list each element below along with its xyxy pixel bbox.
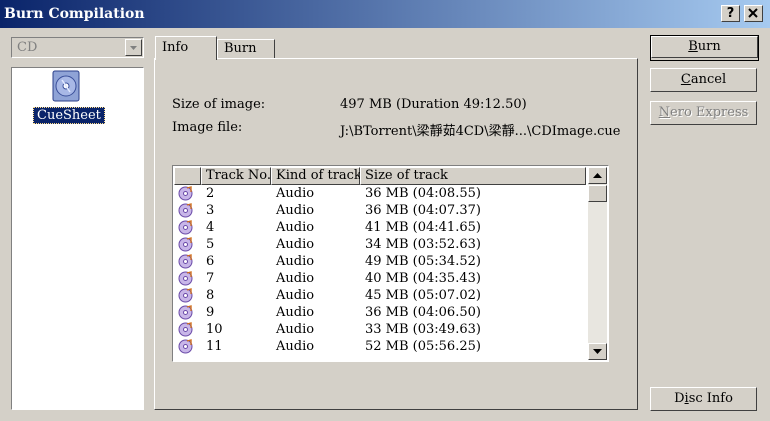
- table-row[interactable]: 4 Audio 41 MB (04:41.65): [174, 219, 586, 236]
- window-title: Burn Compilation: [4, 6, 145, 22]
- table-row[interactable]: 11 Audio 52 MB (05:56.25): [174, 338, 586, 355]
- nero-express-mnemonic: N: [658, 105, 671, 120]
- track-kind: Audio: [276, 220, 315, 235]
- nero-express-label: ero Express: [670, 105, 749, 120]
- arrow-down-icon: [593, 349, 602, 354]
- track-size: 52 MB (05:56.25): [365, 339, 481, 354]
- track-number: 6: [206, 254, 215, 269]
- track-number: 10: [206, 322, 223, 337]
- audio-track-icon: [178, 271, 193, 286]
- track-size: 36 MB (04:07.37): [365, 203, 481, 218]
- track-kind: Audio: [276, 271, 315, 286]
- close-button[interactable]: [744, 5, 763, 22]
- track-size: 34 MB (03:52.63): [365, 237, 481, 252]
- table-row[interactable]: 7 Audio 40 MB (04:35.43): [174, 270, 586, 287]
- track-kind: Audio: [276, 305, 315, 320]
- help-button[interactable]: ?: [721, 5, 740, 22]
- track-number: 7: [206, 271, 215, 286]
- track-kind: Audio: [276, 203, 315, 218]
- column-header-size[interactable]: Size of track: [360, 167, 586, 185]
- track-kind: Audio: [276, 339, 315, 354]
- track-number: 2: [206, 186, 215, 201]
- tab-info[interactable]: Info: [155, 36, 217, 60]
- disc-info-label-a: D: [674, 391, 685, 406]
- track-size: 36 MB (04:08.55): [365, 186, 481, 201]
- compilation-type-select[interactable]: CD: [11, 37, 144, 58]
- audio-track-icon: [178, 220, 193, 235]
- nero-express-button[interactable]: Nero Express: [650, 101, 757, 125]
- audio-track-icon: [178, 305, 193, 320]
- track-kind: Audio: [276, 322, 315, 337]
- size-of-image-value: 497 MB (Duration 49:12.50): [340, 97, 527, 112]
- title-bar[interactable]: Burn Compilation ?: [0, 0, 770, 28]
- tab-burn[interactable]: Burn: [217, 39, 275, 59]
- audio-track-icon: [178, 288, 193, 303]
- audio-track-icon: [178, 322, 193, 337]
- cuesheet-item-label[interactable]: CueSheet: [33, 107, 105, 124]
- cancel-button[interactable]: Cancel: [650, 68, 757, 92]
- track-kind: Audio: [276, 288, 315, 303]
- cancel-mnemonic: C: [680, 72, 691, 87]
- burn-label: urn: [697, 39, 721, 54]
- table-row[interactable]: 2 Audio 36 MB (04:08.55): [174, 185, 586, 202]
- disc-info-button[interactable]: Disc Info: [650, 387, 757, 411]
- chevron-down-icon: [130, 46, 137, 50]
- table-row[interactable]: 10 Audio 33 MB (03:49.63): [174, 321, 586, 338]
- track-number: 5: [206, 237, 215, 252]
- disc-info-label-b: sc Info: [688, 391, 733, 406]
- arrow-up-icon: [593, 173, 602, 178]
- compilation-list[interactable]: CueSheet: [11, 67, 144, 410]
- track-size: 33 MB (03:49.63): [365, 322, 481, 337]
- track-number: 9: [206, 305, 215, 320]
- track-number: 4: [206, 220, 215, 235]
- column-header-track-no[interactable]: Track No.: [201, 167, 271, 185]
- column-header-kind[interactable]: Kind of track: [271, 167, 362, 185]
- table-row[interactable]: 3 Audio 36 MB (04:07.37): [174, 202, 586, 219]
- select-value: CD: [17, 40, 38, 55]
- cancel-label: ancel: [690, 72, 727, 87]
- column-header-icon[interactable]: [174, 167, 201, 185]
- track-number: 3: [206, 203, 215, 218]
- track-number: 8: [206, 288, 215, 303]
- track-size: 49 MB (05:34.52): [365, 254, 481, 269]
- table-row[interactable]: 8 Audio 45 MB (05:07.02): [174, 287, 586, 304]
- dropdown-arrow-button[interactable]: [125, 39, 142, 56]
- size-of-image-label: Size of image:: [172, 97, 266, 112]
- audio-track-icon: [178, 203, 193, 218]
- table-row[interactable]: 9 Audio 36 MB (04:06.50): [174, 304, 586, 321]
- track-list[interactable]: Track No. Kind of track Size of track 2 A…: [172, 165, 609, 362]
- audio-track-icon: [178, 237, 193, 252]
- scroll-down-button[interactable]: [588, 343, 607, 360]
- burn-button[interactable]: Burn: [650, 35, 759, 61]
- image-file-value: J:\BTorrent\梁靜茹4CD\梁靜...\CDImage.cue: [340, 124, 621, 139]
- cd-disc-icon[interactable]: [52, 70, 80, 102]
- track-size: 36 MB (04:06.50): [365, 305, 481, 320]
- vertical-scrollbar[interactable]: [588, 167, 607, 360]
- track-kind: Audio: [276, 254, 315, 269]
- audio-track-icon: [178, 254, 193, 269]
- audio-track-icon: [178, 339, 193, 354]
- track-kind: Audio: [276, 237, 315, 252]
- track-size: 41 MB (04:41.65): [365, 220, 481, 235]
- scroll-up-button[interactable]: [588, 167, 607, 184]
- table-row[interactable]: 6 Audio 49 MB (05:34.52): [174, 253, 586, 270]
- image-file-label: Image file:: [172, 120, 243, 135]
- audio-track-icon: [178, 186, 193, 201]
- burn-mnemonic: B: [688, 39, 698, 54]
- table-row[interactable]: 5 Audio 34 MB (03:52.63): [174, 236, 586, 253]
- track-size: 45 MB (05:07.02): [365, 288, 481, 303]
- close-icon: [748, 8, 758, 18]
- scroll-thumb[interactable]: [588, 185, 607, 202]
- track-size: 40 MB (04:35.43): [365, 271, 481, 286]
- track-kind: Audio: [276, 186, 315, 201]
- track-number: 11: [206, 339, 223, 354]
